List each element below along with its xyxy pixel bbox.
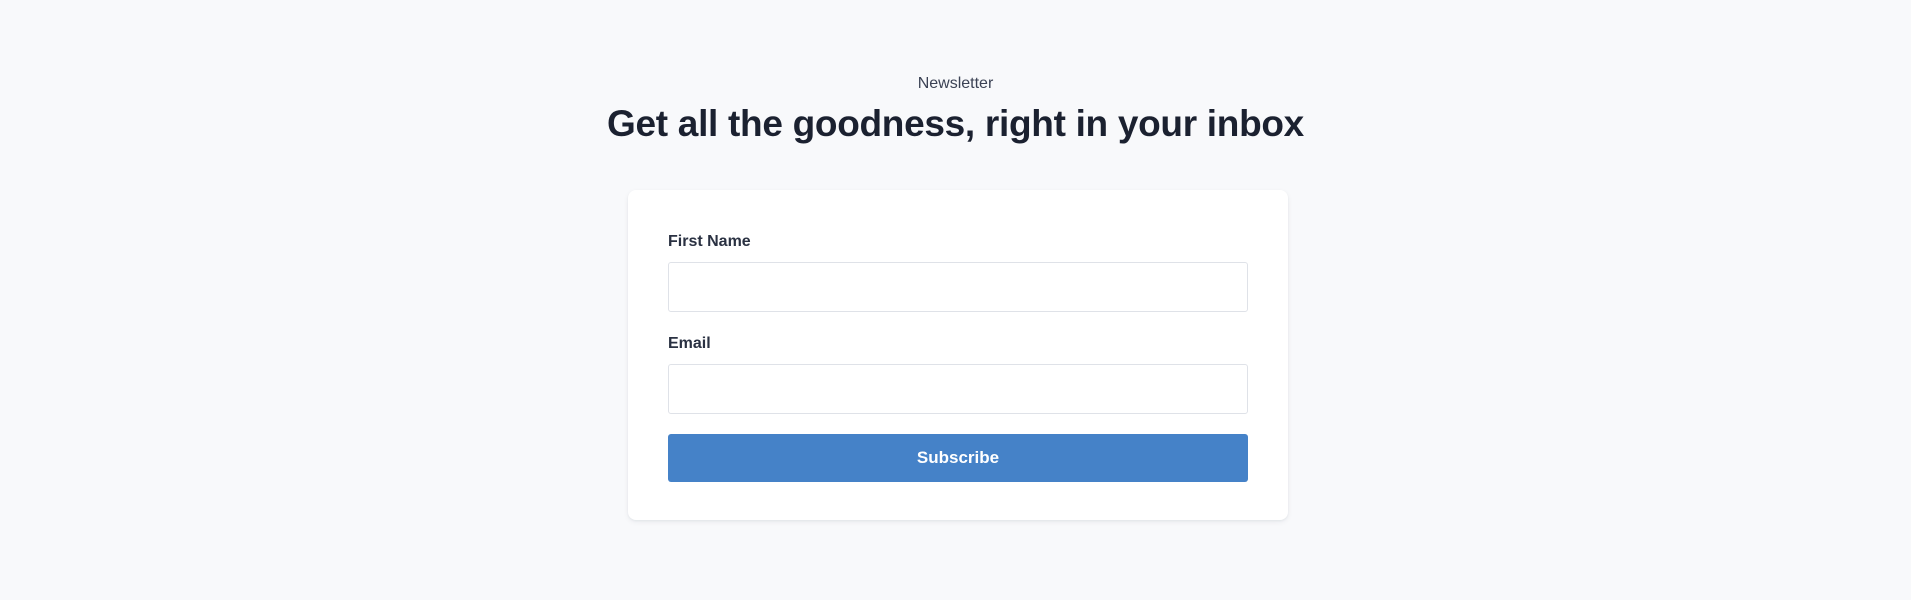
newsletter-section: Newsletter Get all the goodness, right i… — [0, 0, 1911, 600]
section-eyebrow: Newsletter — [917, 75, 994, 92]
email-label: Email — [668, 335, 711, 352]
newsletter-form-card: First Name Email Subscribe — [628, 190, 1288, 520]
page-title: Get all the goodness, right in your inbo… — [607, 103, 1304, 144]
email-field[interactable] — [668, 364, 1248, 414]
first-name-field[interactable] — [668, 262, 1248, 312]
subscribe-button[interactable]: Subscribe — [668, 434, 1248, 482]
first-name-label: First Name — [668, 233, 751, 250]
